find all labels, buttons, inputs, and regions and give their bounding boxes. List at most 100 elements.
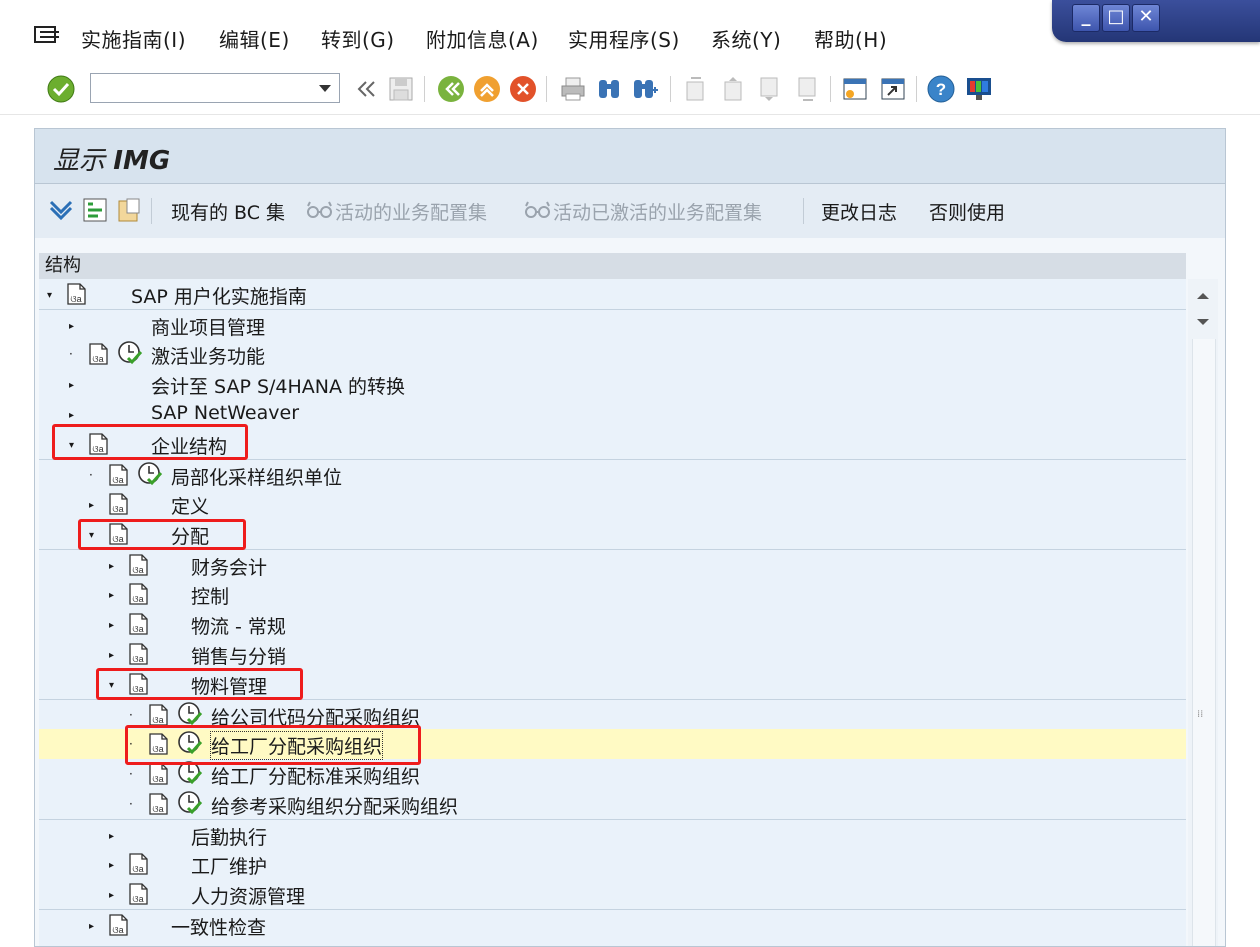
expand-node-icon[interactable]: ▸ [109,832,114,842]
img-document-icon[interactable]: ଓa [127,642,151,666]
back-double-icon[interactable] [352,74,382,104]
menu-icon[interactable] [34,26,60,44]
expand-node-icon[interactable]: ▸ [69,411,74,421]
previous-page-icon[interactable] [718,74,748,104]
maximize-icon[interactable]: □ [1102,4,1130,32]
menu-item-extras[interactable]: 附加信息(A) [426,24,539,53]
enter-icon[interactable] [46,74,76,104]
tree-node-localize-sample-org-units[interactable]: · ଓa 局部化采样组织单位 [39,459,1186,490]
tree-node-definition[interactable]: ▸ ଓa 定义 [39,489,1186,519]
execute-activity-icon[interactable] [177,701,203,727]
execute-activity-icon[interactable] [137,461,163,487]
next-page-icon[interactable] [754,74,784,104]
expand-node-icon[interactable]: ▸ [89,922,94,932]
img-document-icon[interactable]: ଓa [127,882,151,906]
expand-node-icon[interactable]: ▸ [89,501,94,511]
img-document-icon[interactable]: ଓa [107,492,131,516]
tree-node-consistency-check[interactable]: ▸ ଓa 一致性检查 [39,909,1186,940]
tree-node-assign-purch-org-reference[interactable]: · ଓa 给参考采购组织分配采购组织 [39,789,1186,819]
menu-item-goto[interactable]: 转到(G) [321,24,395,53]
menu-item-system[interactable]: 系统(Y) [711,24,781,53]
otherwise-use-button[interactable]: 否则使用 [929,198,1005,225]
tree-node-sap-img[interactable]: ▾ ଓa SAP 用户化实施指南 [39,279,1186,309]
expand-node-icon[interactable]: ▸ [69,322,74,332]
img-document-icon[interactable]: ଓa [127,612,151,636]
scroll-down-icon[interactable] [1192,311,1214,333]
tree-node-label[interactable]: 工厂维护 [191,852,267,879]
expand-node-icon[interactable]: ▸ [109,861,114,871]
tree-node-label[interactable]: 会计至 SAP S/4HANA 的转换 [151,372,405,399]
structure-icon[interactable] [81,196,109,224]
scroll-grip-icon[interactable]: ⁞⁞ [1197,709,1203,720]
find-next-icon[interactable] [630,74,660,104]
img-document-icon[interactable]: ଓa [65,282,89,306]
tree-node-logistics-general[interactable]: ▸ ଓa 物流 - 常规 [39,609,1186,639]
tree-node-label[interactable]: 商业项目管理 [151,313,265,340]
chevron-down-icon[interactable] [319,85,331,92]
img-document-icon[interactable]: ଓa [127,553,151,577]
tree-node-s4hana-conversion[interactable]: ▸ 会计至 SAP S/4HANA 的转换 [39,369,1186,399]
tree-node-financial-accounting[interactable]: ▸ ଓa 财务会计 [39,549,1186,580]
save-icon[interactable] [386,74,416,104]
back-icon[interactable] [436,74,466,104]
last-page-icon[interactable] [792,74,822,104]
tree-node-label[interactable]: 激活业务功能 [151,342,265,369]
scroll-track[interactable] [1192,339,1216,946]
exit-icon[interactable] [472,74,502,104]
tree-node-label[interactable]: 控制 [191,582,229,609]
minimize-icon[interactable]: _ [1072,4,1100,32]
help-icon[interactable]: ? [926,74,956,104]
menu-item-help[interactable]: 帮助(H) [814,24,887,53]
tree-node-label[interactable]: 后勤执行 [191,823,267,850]
img-document-icon[interactable]: ଓa [147,792,171,816]
shortcut-icon[interactable] [878,74,908,104]
collapse-node-icon[interactable]: ▾ [47,291,52,301]
expand-subtree-icon[interactable] [47,196,75,224]
tree-node-sales-distribution[interactable]: ▸ ଓa 销售与分销 [39,639,1186,669]
scroll-up-icon[interactable] [1192,285,1214,307]
close-icon[interactable]: ✕ [1132,4,1160,32]
expand-node-icon[interactable]: ▸ [109,891,114,901]
img-document-icon[interactable]: ଓa [127,852,151,876]
img-document-icon[interactable]: ଓa [147,703,171,727]
active-bc-sets-button[interactable]: 活动的业务配置集 [335,198,487,225]
print-icon[interactable] [558,74,588,104]
tree-node-label[interactable]: 财务会计 [191,553,267,580]
menu-item-guide[interactable]: 实施指南(I) [81,24,186,53]
expand-node-icon[interactable]: ▸ [109,591,114,601]
tree-node-human-resources[interactable]: ▸ ଓa 人力资源管理 [39,879,1186,909]
tree-node-logistics-execution[interactable]: ▸ 后勤执行 [39,819,1186,850]
menu-item-utilities[interactable]: 实用程序(S) [568,24,680,53]
tree-node-label[interactable]: 给参考采购组织分配采购组织 [211,792,458,819]
tree-node-label[interactable]: 局部化采样组织单位 [171,463,342,490]
change-log-button[interactable]: 更改日志 [821,198,897,225]
img-document-icon[interactable]: ଓa [147,762,171,786]
existing-bc-sets-button[interactable]: 现有的 BC 集 [171,198,285,225]
first-page-icon[interactable] [680,74,710,104]
find-icon[interactable] [594,74,624,104]
img-document-icon[interactable]: ଓa [127,582,151,606]
tree-node-activate-business-functions[interactable]: · ଓa 激活业务功能 [39,339,1186,369]
img-document-icon[interactable]: ଓa [107,913,131,937]
execute-activity-icon[interactable] [117,340,143,366]
activated-bc-sets-button[interactable]: 活动已激活的业务配置集 [553,198,762,225]
img-document-icon[interactable]: ଓa [107,463,131,487]
tree-node-label[interactable]: 人力资源管理 [191,882,305,909]
execute-activity-icon[interactable] [177,790,203,816]
expand-node-icon[interactable]: ▸ [109,562,114,572]
tree-node-controlling[interactable]: ▸ ଓa 控制 [39,579,1186,609]
tree-node-commercial-project[interactable]: ▸ 商业项目管理 [39,309,1186,340]
command-input[interactable] [95,75,317,103]
layout-icon[interactable] [964,74,994,104]
tree-node-label[interactable]: SAP NetWeaver [151,402,299,424]
vertical-scrollbar[interactable]: ⁞⁞ [1188,279,1218,946]
img-document-icon[interactable]: ଓa [87,342,111,366]
tree-node-label[interactable]: 定义 [171,492,209,519]
tree-node-label[interactable]: 给工厂分配标准采购组织 [211,762,420,789]
tree-node-label[interactable]: 一致性检查 [171,913,266,940]
tree-node-label[interactable]: SAP 用户化实施指南 [131,282,307,309]
expand-node-icon[interactable]: ▸ [69,381,74,391]
cancel-icon[interactable] [508,74,538,104]
tree-node-label[interactable]: 销售与分销 [191,642,286,669]
command-field[interactable] [90,73,340,103]
